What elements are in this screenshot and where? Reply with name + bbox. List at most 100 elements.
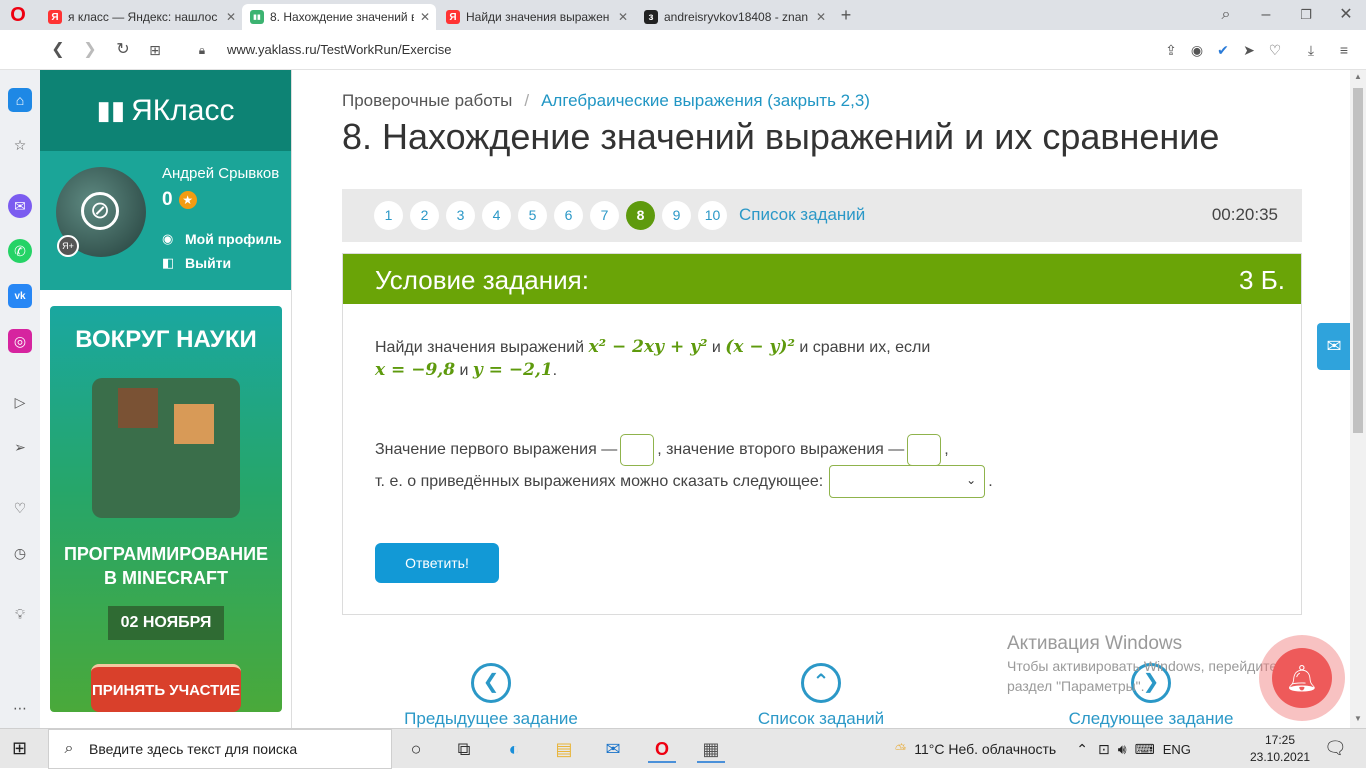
windows-start-icon[interactable]: ⊞ xyxy=(12,738,27,759)
task-list-bottom-link[interactable]: ⌃ Список заданий xyxy=(721,663,921,729)
cortana-icon[interactable]: ○ xyxy=(402,735,430,763)
url-field[interactable]: www.yaklass.ru/TestWorkRun/Exercise xyxy=(227,42,451,57)
more-icon[interactable]: ⋯ xyxy=(8,696,32,720)
second-value-input[interactable] xyxy=(907,434,942,466)
mail-app-icon[interactable]: ✉ xyxy=(599,735,627,763)
task-view-icon[interactable]: ⧉ xyxy=(450,735,478,763)
logout-link[interactable]: ◧ Выйти xyxy=(162,255,231,271)
heart-icon[interactable]: ♡ xyxy=(1264,38,1286,62)
restore-icon[interactable]: ❐ xyxy=(1294,3,1318,27)
page-number[interactable]: 10 xyxy=(698,201,727,230)
page-number[interactable]: 1 xyxy=(374,201,403,230)
weather-text[interactable]: 11°C Неб. облачность xyxy=(914,741,1056,757)
answer-label: Значение первого выражения — xyxy=(375,441,618,458)
breadcrumb-separator: / xyxy=(524,91,530,110)
prev-task-link[interactable]: ❮ Предыдущее задание xyxy=(391,663,591,729)
page-number[interactable]: 9 xyxy=(662,201,691,230)
action-center-icon[interactable]: 🗨︎ xyxy=(1324,738,1347,759)
page-number[interactable]: 2 xyxy=(410,201,439,230)
new-tab-icon[interactable]: + xyxy=(834,3,858,27)
tips-bulb-icon[interactable]: 💡︎ xyxy=(8,602,32,626)
scroll-up-icon[interactable]: ▲ xyxy=(1354,72,1362,81)
file-explorer-icon[interactable]: ▤ xyxy=(550,735,578,763)
taskbar-clock[interactable]: 17:25 23.10.2021 xyxy=(1250,732,1310,766)
home-icon[interactable]: ⌂ xyxy=(8,88,32,112)
browser-tab[interactable]: Я я класс — Яндекс: нашлос ✕ xyxy=(40,4,242,30)
browser-tab[interactable]: з andreisryvkov18408 - znan ✕ xyxy=(636,4,832,30)
share-icon[interactable]: ⇪ xyxy=(1160,38,1182,62)
search-tabs-icon[interactable]: ⌕ xyxy=(1214,3,1238,27)
close-tab-icon[interactable]: ✕ xyxy=(220,10,242,24)
whatsapp-icon[interactable]: ✆ xyxy=(8,239,32,263)
calculator-icon[interactable]: ▦ xyxy=(697,735,725,763)
task-card: Условие задания: 3 Б. Найди значения выр… xyxy=(342,253,1302,615)
lock-icon[interactable]: 🔒︎ xyxy=(190,38,214,62)
bookmarks-heart-icon[interactable]: ♡ xyxy=(8,496,32,520)
scrollbar-thumb[interactable] xyxy=(1353,88,1363,433)
banner-join-button[interactable]: ПРИНЯТЬ УЧАСТИЕ xyxy=(91,664,241,712)
address-bar: ❮ ❯ ↻ ⊞ 🔒︎ www.yaklass.ru/TestWorkRun/Ex… xyxy=(0,30,1366,70)
opera-app-icon[interactable]: O xyxy=(648,735,676,763)
network-icon[interactable]: ⊡ xyxy=(1098,741,1110,758)
page-title: 8. Нахождение значений выражений и их ср… xyxy=(342,116,1220,157)
yaklass-logo[interactable]: ▮▮ ЯКласс xyxy=(40,70,291,151)
notifications-button[interactable]: 🔔︎ xyxy=(1259,635,1345,721)
send-icon[interactable]: ➤ xyxy=(1238,38,1260,62)
close-tab-icon[interactable]: ✕ xyxy=(810,10,832,24)
promo-banner[interactable]: ВОКРУГ НАУКИ ПРОГРАММИРОВАНИЕ В MINECRAF… xyxy=(50,306,282,712)
yaklass-favicon-icon: ▮▮ xyxy=(250,10,264,24)
instagram-icon[interactable]: ◎ xyxy=(8,329,32,353)
tray-expand-icon[interactable]: ⌃ xyxy=(1076,741,1088,758)
menu-icon[interactable]: ≡ xyxy=(1333,38,1355,62)
page-number-current[interactable]: 8 xyxy=(626,201,655,230)
vk-icon[interactable]: vk xyxy=(8,284,32,308)
keyboard-icon[interactable]: ⌨ xyxy=(1135,741,1155,758)
close-tab-icon[interactable]: ✕ xyxy=(612,10,634,24)
player-icon[interactable]: ▷ xyxy=(8,390,32,414)
minimize-icon[interactable]: – xyxy=(1254,3,1278,27)
comparison-select[interactable]: ⌄ xyxy=(829,465,986,498)
back-icon[interactable]: ❮ xyxy=(46,38,70,62)
star-icon[interactable]: ☆ xyxy=(8,133,32,157)
scroll-down-icon[interactable]: ▼ xyxy=(1354,714,1362,723)
feedback-mail-icon[interactable]: ✉ xyxy=(1317,323,1351,370)
language-indicator[interactable]: ENG xyxy=(1163,742,1191,757)
page-number[interactable]: 7 xyxy=(590,201,619,230)
camera-icon[interactable]: ◉ xyxy=(1186,38,1208,62)
user-points: 0 ★ xyxy=(162,189,197,211)
page-number[interactable]: 5 xyxy=(518,201,547,230)
close-tab-icon[interactable]: ✕ xyxy=(414,10,436,24)
windows-taskbar: ⊞ ⌕ Введите здесь текст для поиска ○ ⧉ ◐… xyxy=(0,728,1366,769)
opera-menu-icon[interactable]: O xyxy=(6,3,30,27)
page-scrollbar[interactable]: ▲ ▼ xyxy=(1350,70,1366,728)
messenger-icon[interactable]: ✉ xyxy=(8,194,32,218)
breadcrumb-current[interactable]: Алгебраические выражения (закрыть 2,3) xyxy=(541,91,870,110)
profile-link[interactable]: ◉ Мой профиль xyxy=(162,231,282,247)
clock-date: 23.10.2021 xyxy=(1250,750,1311,764)
expression-2: (x − y)² xyxy=(725,337,795,357)
reload-icon[interactable]: ↻ xyxy=(111,38,135,62)
opera-sidebar: ⌂ ☆ ✉ ✆ vk ◎ ▷ ➢ ♡ ◷ 💡︎ ⋯ xyxy=(0,70,40,728)
download-icon[interactable]: ⤓ xyxy=(1300,38,1322,62)
page-number[interactable]: 6 xyxy=(554,201,583,230)
edge-icon[interactable]: ◐ xyxy=(500,735,528,763)
system-tray: ⛅︎ 11°C Неб. облачность ⌃ ⊡ 🔊︎ ⌨ ENG xyxy=(895,729,1191,769)
yandex-plus-icon: Я+ xyxy=(57,235,79,257)
forward-icon[interactable]: ❯ xyxy=(78,38,102,62)
task-list-link[interactable]: Список заданий xyxy=(739,205,865,225)
submit-answer-button[interactable]: Ответить! xyxy=(375,543,499,583)
close-window-icon[interactable]: ✕ xyxy=(1334,3,1358,27)
browser-tab[interactable]: Я Найди значения выражен ✕ xyxy=(438,4,634,30)
breadcrumb-root[interactable]: Проверочные работы xyxy=(342,91,512,110)
page-number[interactable]: 3 xyxy=(446,201,475,230)
speed-dial-icon[interactable]: ⊞ xyxy=(143,38,167,62)
page-number[interactable]: 4 xyxy=(482,201,511,230)
browser-tab-active[interactable]: ▮▮ 8. Нахождение значений в ✕ xyxy=(242,4,436,30)
history-icon[interactable]: ◷ xyxy=(8,541,32,565)
shield-icon[interactable]: ✔ xyxy=(1212,38,1234,62)
first-value-input[interactable] xyxy=(620,434,655,466)
taskbar-search-input[interactable]: ⌕ Введите здесь текст для поиска xyxy=(48,729,392,769)
flow-icon[interactable]: ➢ xyxy=(8,435,32,459)
speaker-icon[interactable]: 🔊︎ xyxy=(1118,741,1127,758)
expression-1: x² − 2xy + y² xyxy=(588,337,708,357)
